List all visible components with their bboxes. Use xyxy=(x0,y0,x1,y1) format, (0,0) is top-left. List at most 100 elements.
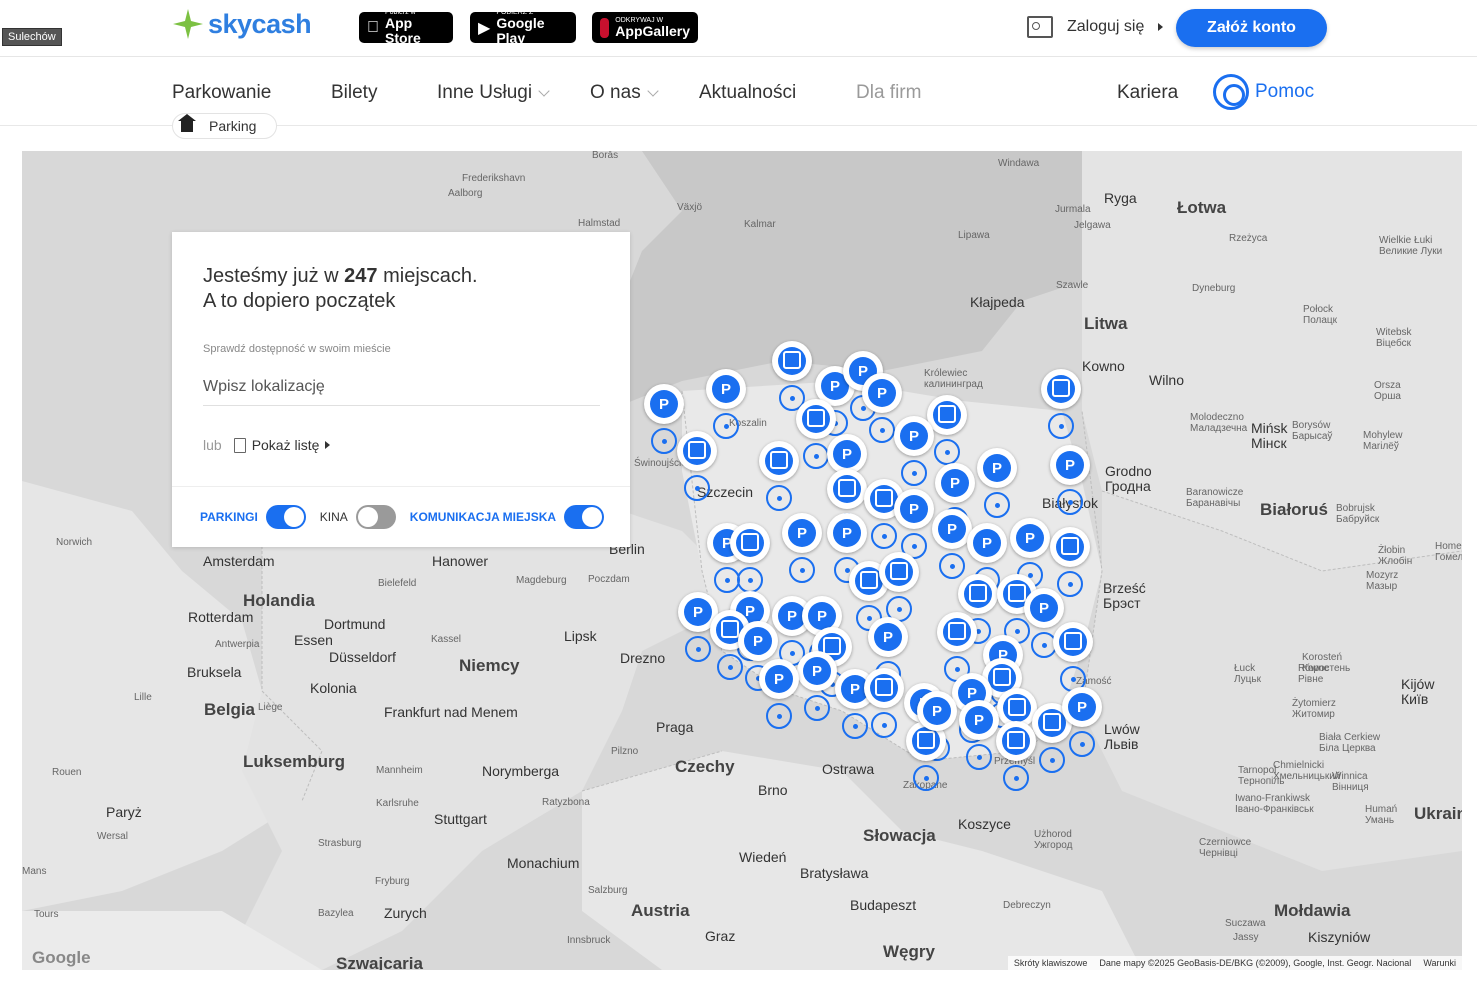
parking-marker[interactable]: P xyxy=(862,373,902,413)
city-label: Stuttgart xyxy=(434,811,487,827)
nav-kariera[interactable]: Kariera xyxy=(1117,82,1178,104)
transit-marker[interactable] xyxy=(677,431,717,471)
home-icon[interactable] xyxy=(178,114,196,132)
parking-marker[interactable]: P xyxy=(1010,518,1050,558)
create-account-button[interactable]: Załóż konto xyxy=(1176,9,1327,47)
cluster-marker[interactable] xyxy=(984,492,1010,518)
cluster-marker[interactable] xyxy=(842,713,868,739)
app-gallery-badge[interactable]: ODKRYWAJ W AppGallery xyxy=(592,12,698,43)
transit-marker[interactable] xyxy=(1050,527,1090,567)
place-label: Rzeżyca xyxy=(1229,233,1268,244)
cluster-marker[interactable] xyxy=(966,744,992,770)
cluster-marker[interactable] xyxy=(939,553,965,579)
transit-marker[interactable] xyxy=(879,552,919,592)
transit-marker[interactable] xyxy=(772,341,812,381)
cluster-marker[interactable] xyxy=(766,485,792,511)
parking-marker[interactable]: P xyxy=(894,416,934,456)
cluster-marker[interactable] xyxy=(1039,747,1065,773)
cluster-marker[interactable] xyxy=(714,567,740,593)
transit-marker[interactable] xyxy=(937,612,977,652)
place-label: Bielefeld xyxy=(378,578,417,589)
nav-o-nas[interactable]: O nas xyxy=(590,82,659,104)
chevron-down-icon xyxy=(647,84,659,97)
cluster-marker[interactable] xyxy=(717,654,743,680)
app-store-badge[interactable]:  Pobierz wApp Store xyxy=(359,9,453,46)
transit-marker[interactable] xyxy=(1053,622,1093,662)
parking-marker[interactable]: P xyxy=(894,489,934,529)
cluster-marker[interactable] xyxy=(901,460,927,486)
keyboard-shortcuts-link[interactable]: Skróty klawiszowe xyxy=(1014,958,1088,968)
cluster-marker[interactable] xyxy=(651,428,677,454)
parking-marker[interactable]: P xyxy=(797,651,837,691)
cluster-marker[interactable] xyxy=(1057,571,1083,597)
parking-marker[interactable]: P xyxy=(967,523,1007,563)
parking-marker[interactable]: P xyxy=(1062,687,1102,727)
transit-marker[interactable] xyxy=(864,668,904,708)
parking-marker[interactable]: P xyxy=(738,621,778,661)
nav-inne-uslugi[interactable]: Inne Usługi xyxy=(437,82,550,104)
transit-marker[interactable] xyxy=(958,574,998,614)
place-label: Winnica Вінниця xyxy=(1332,771,1369,793)
parking-marker[interactable]: P xyxy=(917,691,957,731)
cluster-marker[interactable] xyxy=(871,712,897,738)
parking-marker[interactable]: P xyxy=(959,700,999,740)
komunikacja-toggle[interactable] xyxy=(564,505,605,529)
cluster-marker[interactable] xyxy=(684,475,710,501)
transit-marker[interactable] xyxy=(796,399,836,439)
parkingi-toggle[interactable] xyxy=(265,505,306,529)
title-post: miejscach. xyxy=(377,265,478,287)
cluster-marker[interactable] xyxy=(1069,731,1095,757)
parking-marker[interactable]: P xyxy=(759,659,799,699)
cluster-marker[interactable] xyxy=(789,557,815,583)
cluster-marker[interactable] xyxy=(804,695,830,721)
parking-marker[interactable]: P xyxy=(827,434,867,474)
city-label: Graz xyxy=(705,928,736,944)
parking-marker[interactable]: P xyxy=(644,384,684,424)
transit-marker[interactable] xyxy=(759,441,799,481)
kina-label: KINA xyxy=(319,510,348,524)
cluster-marker[interactable] xyxy=(871,523,897,549)
cluster-marker[interactable] xyxy=(803,443,829,469)
bus-glyph xyxy=(938,405,956,423)
transit-marker[interactable] xyxy=(730,523,770,563)
google-play-badge[interactable]: ▶ POBIERZ Z Google Play xyxy=(470,9,576,46)
location-search-input[interactable] xyxy=(203,368,600,406)
cluster-marker[interactable] xyxy=(934,439,960,465)
bus-glyph xyxy=(770,451,788,469)
nav-dla-firm[interactable]: Dla firm xyxy=(856,82,921,104)
login-link[interactable]: Zaloguj się xyxy=(1027,16,1164,38)
transit-marker[interactable] xyxy=(827,469,867,509)
terms-link[interactable]: Warunki xyxy=(1423,958,1456,968)
parking-marker[interactable]: P xyxy=(868,617,908,657)
parking-marker[interactable]: P xyxy=(935,463,975,503)
parking-marker[interactable]: P xyxy=(782,513,822,553)
transit-marker[interactable] xyxy=(996,721,1036,761)
cluster-marker[interactable] xyxy=(1057,489,1083,515)
transit-marker[interactable] xyxy=(1041,369,1081,409)
parking-marker[interactable]: P xyxy=(1050,445,1090,485)
nav-aktualnosci[interactable]: Aktualności xyxy=(699,82,796,104)
parking-marker[interactable]: P xyxy=(706,369,746,409)
parking-marker[interactable]: P xyxy=(1024,588,1064,628)
nav-bilety[interactable]: Bilety xyxy=(331,82,377,104)
parking-marker[interactable]: P xyxy=(827,513,867,553)
cluster-marker[interactable] xyxy=(1003,765,1029,791)
country-label: Słowacja xyxy=(863,826,936,845)
cluster-marker[interactable] xyxy=(913,765,939,791)
place-label: Molodeczno Маладзечна xyxy=(1190,412,1248,434)
show-list-link[interactable]: Pokaż listę xyxy=(233,437,331,453)
skycash-logo[interactable]: skycash xyxy=(172,8,312,40)
cluster-marker[interactable] xyxy=(713,413,739,439)
help-link[interactable]: Pomoc xyxy=(1213,74,1314,110)
cluster-marker[interactable] xyxy=(685,636,711,662)
parking-marker[interactable]: P xyxy=(932,509,972,549)
nav-parkowanie[interactable]: Parkowanie xyxy=(172,82,271,104)
cluster-marker[interactable] xyxy=(766,703,792,729)
kina-toggle[interactable] xyxy=(355,505,396,529)
parking-marker[interactable]: P xyxy=(977,448,1017,488)
city-label: Kowno xyxy=(1082,358,1125,374)
cluster-marker[interactable] xyxy=(1048,413,1074,439)
cluster-marker[interactable] xyxy=(737,567,763,593)
city-label: Ostrawa xyxy=(822,761,875,777)
cluster-marker[interactable] xyxy=(869,417,895,443)
